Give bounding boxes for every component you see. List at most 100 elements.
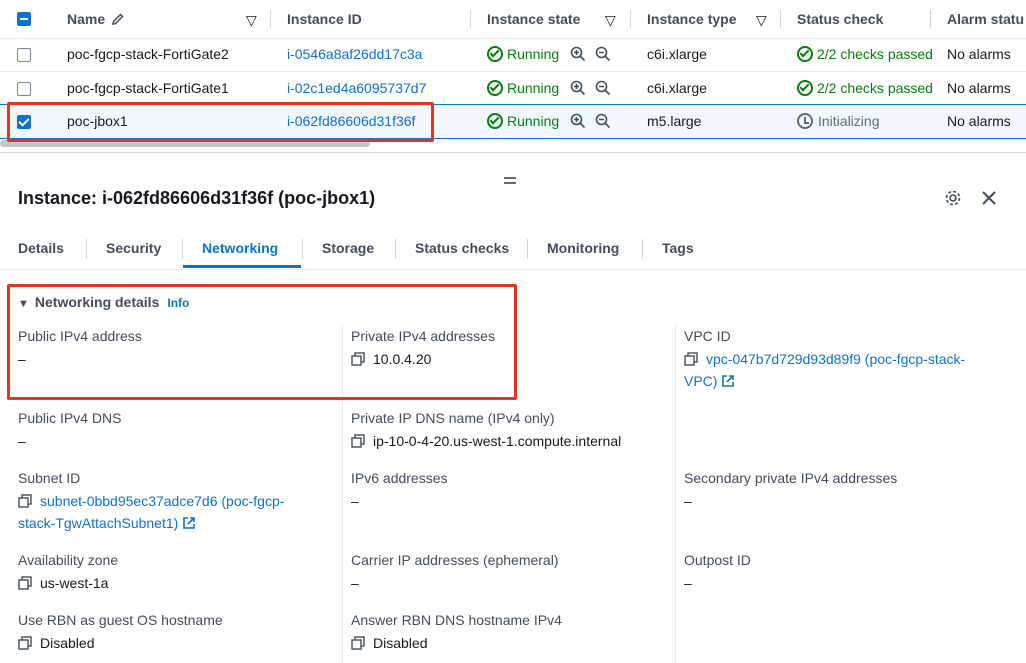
copy-icon[interactable] — [684, 352, 698, 366]
tab-divider — [527, 239, 528, 259]
section-header[interactable]: ▼ Networking details Info — [18, 294, 189, 310]
rbn-dns-value: Disabled — [373, 635, 428, 651]
tab-status-checks[interactable]: Status checks — [415, 229, 509, 267]
horizontal-scrollbar[interactable] — [0, 140, 370, 147]
instance-id-link[interactable]: i-0546a8af26dd17c3a — [287, 38, 422, 71]
column-divider[interactable] — [780, 10, 781, 28]
column-divider[interactable] — [470, 10, 471, 28]
sort-icon[interactable]: ▽ — [605, 12, 616, 29]
field-availability-zone: Availability zone us-west-1a — [18, 551, 328, 594]
close-icon[interactable] — [980, 189, 998, 207]
zoom-in-icon[interactable] — [570, 113, 586, 129]
tab-storage[interactable]: Storage — [322, 229, 374, 267]
copy-icon[interactable] — [351, 352, 365, 366]
subnet-id-link[interactable]: subnet-0bbd95ec37adce7d6 (poc-fgcp-stack… — [18, 490, 328, 534]
field-rbn-hostname: Use RBN as guest OS hostname Disabled — [18, 611, 328, 654]
check-circle-icon — [797, 46, 813, 62]
gear-icon[interactable] — [944, 189, 962, 207]
copy-icon[interactable] — [351, 636, 365, 650]
zoom-in-icon[interactable] — [570, 80, 586, 96]
zoom-in-icon[interactable] — [570, 46, 586, 62]
sort-icon[interactable]: ▽ — [246, 12, 257, 29]
external-link-icon[interactable] — [182, 516, 196, 530]
instance-state-label: Running — [507, 46, 560, 62]
check-circle-icon — [487, 113, 503, 129]
info-link[interactable]: Info — [167, 296, 189, 310]
column-header-instance-state[interactable]: Instance state — [487, 0, 580, 38]
tab-networking[interactable]: Networking — [202, 229, 278, 267]
field-label: Public IPv4 address — [18, 328, 142, 344]
zoom-out-icon[interactable] — [595, 46, 611, 62]
table-row-selected[interactable]: poc-jbox1 i-062fd86606d31f36f Running m5… — [0, 104, 1026, 139]
column-divider[interactable] — [270, 10, 271, 28]
status-check: 2/2 checks passed — [797, 72, 933, 105]
tab-divider — [642, 239, 643, 259]
clock-icon — [797, 113, 813, 129]
tab-monitoring[interactable]: Monitoring — [547, 229, 619, 267]
field-value: – — [18, 351, 26, 367]
alarm-status: No alarms — [947, 80, 1011, 96]
zoom-out-icon[interactable] — [595, 80, 611, 96]
subnet-id-line1[interactable]: subnet-0bbd95ec37adce7d6 (poc-fgcp- — [40, 493, 284, 509]
field-value: us-west-1a — [18, 572, 328, 594]
private-dns-value: ip-10-0-4-20.us-west-1.compute.internal — [373, 433, 622, 449]
field-label: Answer RBN DNS hostname IPv4 — [351, 612, 562, 628]
column-header-instance-id[interactable]: Instance ID — [287, 0, 362, 38]
subnet-id-line2[interactable]: stack-TgwAttachSubnet1) — [18, 515, 178, 531]
caret-down-icon[interactable]: ▼ — [18, 298, 29, 310]
check-circle-icon — [487, 46, 503, 62]
sort-icon[interactable]: ▽ — [756, 12, 767, 29]
field-label: Use RBN as guest OS hostname — [18, 612, 223, 628]
column-header-status-check[interactable]: Status check — [797, 0, 883, 38]
row-checkbox[interactable] — [17, 82, 31, 96]
drag-handle-icon[interactable] — [504, 177, 516, 187]
instance-id-link[interactable]: i-02c1ed4a6095737d7 — [287, 72, 426, 105]
tab-tags[interactable]: Tags — [662, 229, 694, 267]
instance-type: m5.large — [647, 113, 702, 129]
column-divider[interactable] — [630, 10, 631, 28]
status-check-label: Initializing — [818, 113, 880, 129]
zoom-out-icon[interactable] — [595, 113, 611, 129]
row-checkbox[interactable] — [17, 115, 31, 129]
vpc-id-line2[interactable]: VPC) — [684, 373, 717, 389]
alarm-status: No alarms — [947, 46, 1011, 62]
field-private-dns: Private IP DNS name (IPv4 only) ip-10-0-… — [351, 409, 661, 452]
vpc-id-link[interactable]: vpc-047b7d729d93d89f9 (poc-fgcp-stack- VP… — [684, 348, 994, 392]
table-row[interactable]: poc-fgcp-stack-FortiGate2 i-0546a8af26dd… — [0, 38, 1026, 72]
instance-id-link[interactable]: i-062fd86606d31f36f — [287, 105, 415, 138]
copy-icon[interactable] — [18, 494, 32, 508]
column-header-instance-type[interactable]: Instance type — [647, 0, 736, 38]
field-label: Public IPv4 DNS — [18, 410, 122, 426]
vpc-id-line1[interactable]: vpc-047b7d729d93d89f9 (poc-fgcp-stack- — [706, 351, 965, 367]
column-divider — [342, 325, 343, 663]
column-divider[interactable] — [930, 10, 931, 28]
external-link-icon[interactable] — [721, 374, 735, 388]
column-header-alarm-status[interactable]: Alarm statu — [947, 0, 1024, 38]
field-value: – — [351, 493, 359, 509]
row-checkbox[interactable] — [17, 48, 31, 62]
tab-security[interactable]: Security — [106, 229, 161, 267]
active-tab-indicator — [183, 265, 301, 268]
field-value: – — [684, 493, 692, 509]
tab-details[interactable]: Details — [18, 229, 64, 267]
field-value: Disabled — [351, 632, 661, 654]
field-label: VPC ID — [684, 328, 731, 344]
status-check: Initializing — [797, 105, 879, 138]
field-value: ip-10-0-4-20.us-west-1.compute.internal — [351, 430, 661, 452]
edit-icon[interactable] — [111, 12, 125, 26]
column-header-name[interactable]: Name — [67, 0, 124, 38]
panel-splitter[interactable] — [0, 152, 1026, 184]
status-check-label: 2/2 checks passed — [817, 80, 933, 96]
copy-icon[interactable] — [18, 576, 32, 590]
instance-name: poc-fgcp-stack-FortiGate1 — [67, 80, 229, 96]
tab-divider — [302, 239, 303, 259]
table-row[interactable]: poc-fgcp-stack-FortiGate1 i-02c1ed4a6095… — [0, 72, 1026, 106]
status-check-label: 2/2 checks passed — [817, 46, 933, 62]
field-private-ipv4: Private IPv4 addresses 10.0.4.20 — [351, 327, 661, 370]
field-label: Carrier IP addresses (ephemeral) — [351, 552, 559, 568]
copy-icon[interactable] — [18, 636, 32, 650]
rbn-hostname-value: Disabled — [40, 635, 95, 651]
copy-icon[interactable] — [351, 434, 365, 448]
check-circle-icon — [487, 80, 503, 96]
select-all-checkbox[interactable] — [17, 12, 31, 26]
